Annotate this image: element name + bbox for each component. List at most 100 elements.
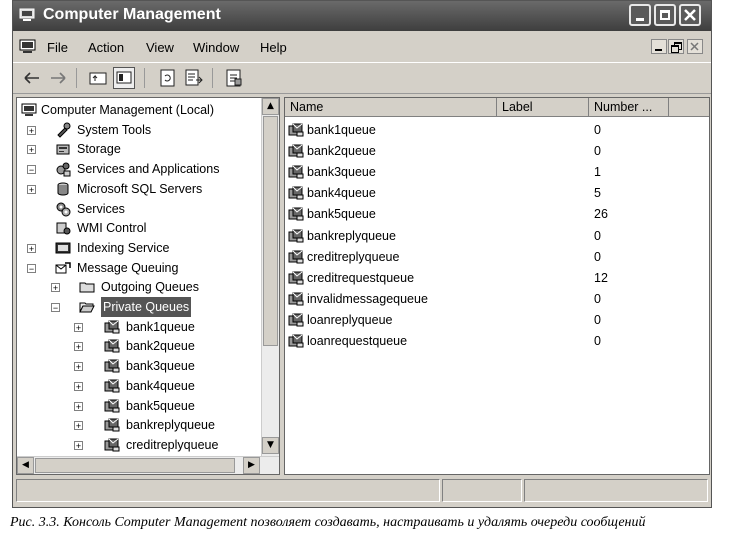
tree-item[interactable]: + Microsoft SQL Servers <box>17 179 259 199</box>
mdi-restore-button[interactable] <box>668 39 684 54</box>
tree-horizontal-scrollbar[interactable]: ◀ ▶ <box>17 456 279 474</box>
expand-icon[interactable]: + <box>27 184 36 194</box>
tree-item[interactable]: WMI Control <box>17 218 259 238</box>
queue-name: invalidmessagequeue <box>307 291 428 306</box>
menu-window[interactable]: Window <box>193 40 239 55</box>
tree-scroll-thumb[interactable] <box>263 116 278 346</box>
menu-help[interactable]: Help <box>260 40 287 55</box>
mdi-close-icon <box>690 42 699 51</box>
queue-icon <box>288 186 304 200</box>
collapse-icon[interactable]: − <box>51 303 60 313</box>
properties-icon <box>226 69 242 87</box>
list-item[interactable]: bank1queue 0 <box>285 120 705 141</box>
queue-name: bank5queue <box>307 207 376 222</box>
status-bar <box>16 479 708 504</box>
tree-item[interactable]: + bank2queue <box>17 336 259 356</box>
tree-item[interactable]: + Indexing Service <box>17 238 259 258</box>
tree-item[interactable]: Computer Management (Local) <box>17 100 259 120</box>
list-item[interactable]: creditreplyqueue 0 <box>285 247 705 268</box>
expand-icon[interactable]: + <box>74 440 83 450</box>
mdi-minimize-button[interactable] <box>651 39 667 54</box>
maximize-button[interactable] <box>654 4 676 26</box>
list-item[interactable]: loanreplyqueue 0 <box>285 310 705 331</box>
up-one-level-button[interactable] <box>87 67 109 89</box>
show-hide-console-tree-button[interactable] <box>113 67 135 89</box>
tree-item[interactable]: + bank5queue <box>17 396 259 416</box>
back-button[interactable] <box>21 67 43 89</box>
message-count: 0 <box>594 334 601 348</box>
expand-icon[interactable]: + <box>51 283 60 293</box>
export-list-icon <box>185 69 203 86</box>
message-count: 0 <box>594 249 601 264</box>
expand-icon[interactable]: + <box>74 381 83 391</box>
menu-file[interactable]: File <box>47 40 68 55</box>
up-folder-icon <box>89 72 107 85</box>
collapse-icon[interactable]: − <box>27 263 36 273</box>
tree-item-label: Private Queues <box>101 297 192 317</box>
list-item[interactable]: bankreplyqueue 0 <box>285 226 705 247</box>
expand-icon[interactable]: + <box>74 362 83 372</box>
queue-name: loanreplyqueue <box>307 312 393 327</box>
tree-item[interactable]: + creditreplyqueue <box>17 435 259 455</box>
tree-item[interactable]: + bank1queue <box>17 317 259 337</box>
tree-item[interactable]: − Private Queues <box>17 297 259 317</box>
queue-icon <box>104 438 120 452</box>
forward-button[interactable] <box>47 67 69 89</box>
tree-item-label: System Tools <box>77 122 152 137</box>
list-item[interactable]: creditrequestqueue 12 <box>285 268 705 289</box>
scroll-up-button[interactable]: ▲ <box>262 98 279 115</box>
computer-management-icon <box>19 8 35 21</box>
menu-view[interactable]: View <box>146 40 174 55</box>
tree-item[interactable]: + bank4queue <box>17 376 259 396</box>
list-item[interactable]: bank5queue 26 <box>285 204 705 225</box>
collapse-icon[interactable]: − <box>27 165 36 175</box>
mdi-close-button[interactable] <box>687 39 703 54</box>
refresh-button[interactable] <box>157 67 179 89</box>
expand-icon[interactable]: + <box>27 125 36 135</box>
column-header-filler <box>669 98 709 117</box>
tree-item[interactable]: + Outgoing Queues <box>17 277 259 297</box>
tree-item-label: bank5queue <box>126 398 195 413</box>
column-header-number[interactable]: Number ... <box>589 98 669 117</box>
list-item[interactable]: bank2queue 0 <box>285 141 705 162</box>
tree-item-label: bank3queue <box>126 359 195 374</box>
list-item[interactable]: invalidmessagequeue 0 <box>285 289 705 310</box>
export-list-button[interactable] <box>183 67 205 89</box>
tree-vertical-scrollbar[interactable]: ▲ ▼ <box>261 98 279 456</box>
list-item[interactable]: bank4queue 5 <box>285 183 705 204</box>
column-header-label[interactable]: Label <box>497 98 589 117</box>
properties-button[interactable] <box>223 67 245 89</box>
tools-icon <box>57 122 71 138</box>
list-item[interactable]: loanrequestqueue 0 <box>285 331 705 352</box>
close-button[interactable] <box>679 4 701 26</box>
expand-icon[interactable]: + <box>74 322 83 332</box>
tree-item[interactable]: + System Tools <box>17 120 259 140</box>
menu-action[interactable]: Action <box>88 40 124 55</box>
message-count: 0 <box>594 144 601 159</box>
back-arrow-icon <box>24 72 39 84</box>
tree-item[interactable]: − Services and Applications <box>17 159 259 179</box>
tree-hscroll-thumb[interactable] <box>35 458 235 473</box>
tree-item-label: Computer Management (Local) <box>41 103 214 117</box>
tree-item[interactable]: + bankreplyqueue <box>17 415 259 435</box>
tree-item[interactable]: + Storage <box>17 139 259 159</box>
scroll-left-button[interactable]: ◀ <box>17 457 34 474</box>
expand-icon[interactable]: + <box>27 145 36 155</box>
column-header-name[interactable]: Name <box>285 98 497 117</box>
list-item[interactable]: bank3queue 1 <box>285 162 705 183</box>
expand-icon[interactable]: + <box>74 401 83 411</box>
message-count: 0 <box>594 291 601 306</box>
tree-item[interactable]: − Message Queuing <box>17 258 259 278</box>
tree-item[interactable]: Services <box>17 199 259 219</box>
minimize-button[interactable] <box>629 4 651 26</box>
scroll-right-button[interactable]: ▶ <box>243 457 260 474</box>
tree-item[interactable]: + bank3queue <box>17 356 259 376</box>
queue-icon <box>104 339 120 353</box>
maximize-icon <box>660 10 670 20</box>
expand-icon[interactable]: + <box>74 342 83 352</box>
status-pane-main <box>16 479 440 502</box>
expand-icon[interactable]: + <box>27 243 36 253</box>
scroll-down-button[interactable]: ▼ <box>262 437 279 454</box>
title-bar[interactable]: Computer Management <box>13 1 711 31</box>
expand-icon[interactable]: + <box>74 421 83 431</box>
